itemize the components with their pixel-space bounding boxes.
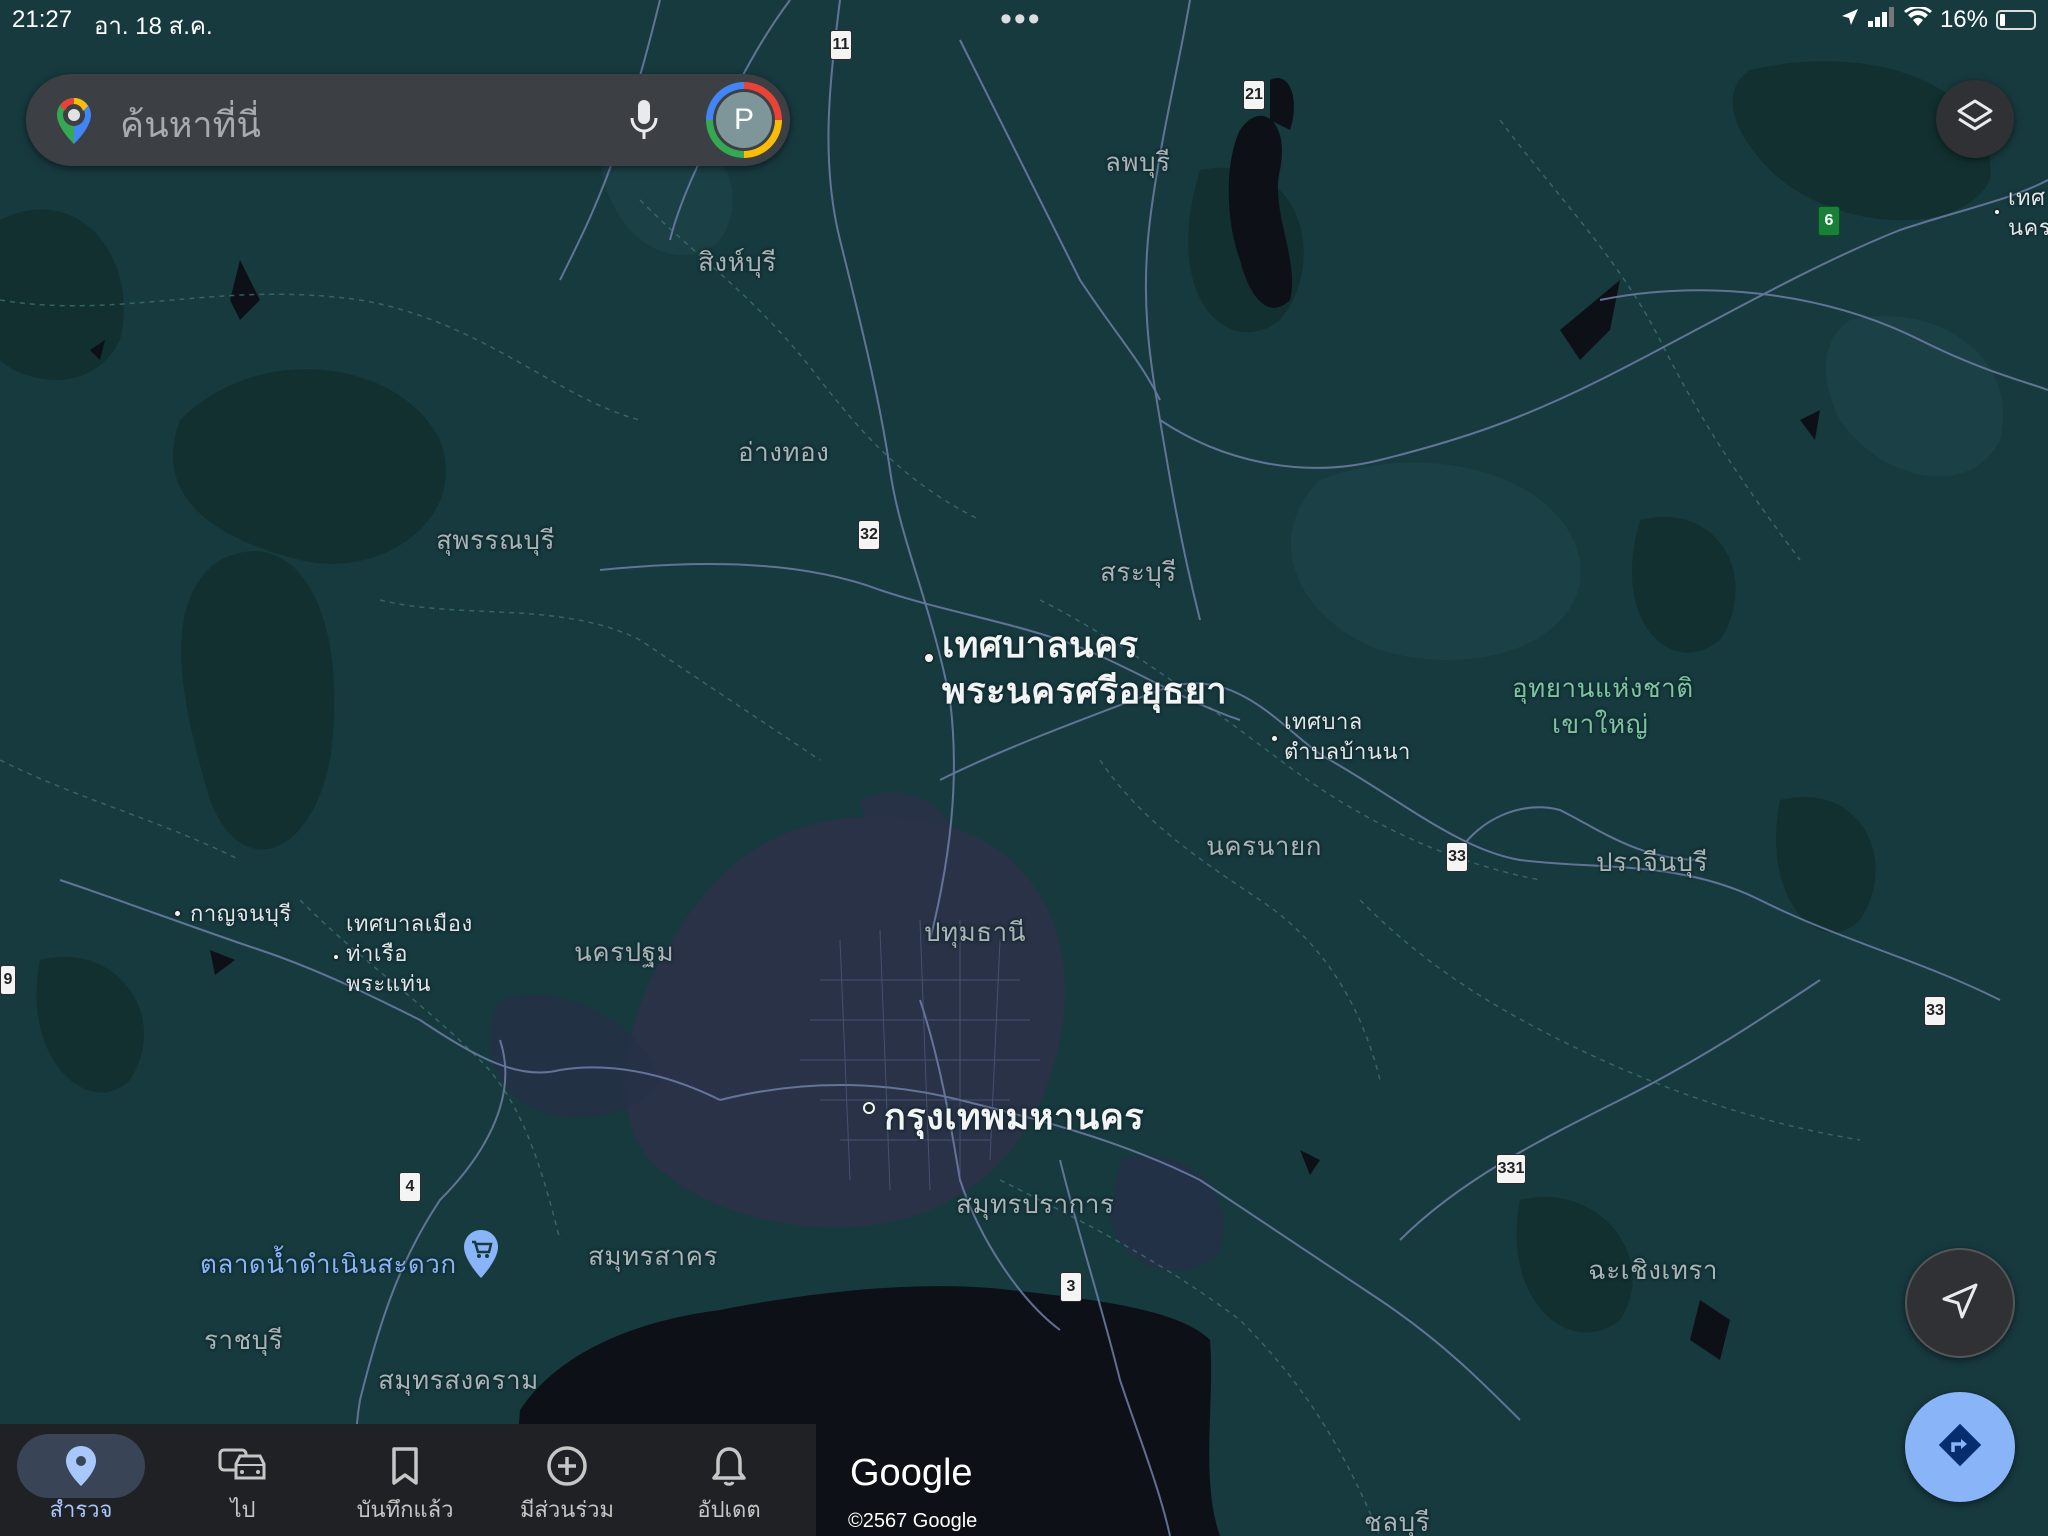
google-logo: Google — [850, 1452, 973, 1494]
battery-level-fill — [2000, 14, 2005, 26]
status-bar: 21:27 อา. 18 ส.ค. ••• 16% — [0, 0, 2048, 40]
status-icons: 16% — [1840, 5, 2036, 34]
park-label-khao-yai-line2[interactable]: เขาใหญ่ — [1552, 708, 1648, 742]
bell-icon — [665, 1434, 793, 1498]
town-dot-kanchanaburi — [173, 909, 182, 918]
nav-contribute[interactable]: มีส่วนร่วม — [486, 1424, 648, 1536]
place-label-lopburi[interactable]: ลพบุรี — [1105, 142, 1171, 183]
place-label-samutsongkhram[interactable]: สมุทรสงคราม — [378, 1360, 539, 1401]
search-bar[interactable]: ค้นหาที่นี่ P — [26, 74, 790, 166]
nav-saved-label: บันทึกแล้ว — [356, 1498, 454, 1523]
market-pin-icon[interactable] — [462, 1228, 500, 1284]
place-label-ayutthaya-line2[interactable]: พระนครศรีอยุธยา — [942, 662, 1227, 719]
multitasking-dots-icon[interactable]: ••• — [1000, 0, 1042, 39]
directions-icon — [1935, 1420, 1985, 1474]
place-label-pathumthani[interactable]: ปทุมธานี — [924, 912, 1026, 953]
place-label-thamuang-line3[interactable]: พระแท่น — [346, 970, 431, 1000]
status-date: อา. 18 ส.ค. — [94, 13, 213, 40]
place-label-thamuang-line2[interactable]: ท่าเรือ — [346, 940, 408, 970]
place-label-chonburi[interactable]: ชลบุรี — [1364, 1502, 1430, 1536]
place-label-nakhonnayok[interactable]: นครนายก — [1206, 826, 1322, 867]
route-shield-6: 6 — [1818, 206, 1840, 236]
google-maps-logo-icon — [54, 96, 94, 150]
town-dot-edge — [1993, 208, 2001, 216]
route-shield-edge: 9 — [0, 965, 16, 995]
route-shield-331: 331 — [1496, 1154, 1526, 1184]
place-label-thamuang-line1[interactable]: เทศบาลเมือง — [346, 910, 473, 940]
map-canvas[interactable] — [0, 0, 2048, 1536]
town-dot-bannana — [1270, 734, 1279, 743]
car-commute-icon — [179, 1434, 307, 1498]
route-shield-33-a: 33 — [1446, 842, 1468, 872]
bookmark-icon — [341, 1434, 469, 1498]
location-pin-icon — [17, 1434, 145, 1498]
directions-button[interactable] — [1905, 1392, 2015, 1502]
bottom-navigation: สำรวจ ไป บันทึกแล้ว มีส่วนร่วม อัปเดต — [0, 1424, 816, 1536]
route-shield-21: 21 — [1243, 80, 1265, 110]
city-dot-ayutthaya — [923, 652, 935, 664]
nav-contribute-label: มีส่วนร่วม — [520, 1498, 614, 1523]
battery-icon — [1996, 10, 2036, 30]
place-label-singburi[interactable]: สิงห์บุรี — [698, 242, 777, 283]
place-label-kanchanaburi[interactable]: กาญจนบุรี — [190, 900, 292, 930]
nav-go[interactable]: ไป — [162, 1424, 324, 1536]
avatar-initial: P — [716, 92, 772, 148]
nav-updates[interactable]: อัปเดต — [648, 1424, 810, 1536]
place-label-samutsakhon[interactable]: สมุทรสาคร — [588, 1236, 718, 1277]
nav-go-label: ไป — [230, 1498, 256, 1523]
search-placeholder[interactable]: ค้นหาที่นี่ — [120, 96, 261, 153]
layers-icon — [1955, 97, 1995, 141]
route-shield-4: 4 — [399, 1172, 421, 1202]
place-label-saraburi[interactable]: สระบุรี — [1100, 552, 1177, 593]
place-label-ratchaburi[interactable]: ราชบุรี — [204, 1320, 283, 1361]
account-avatar[interactable]: P — [706, 82, 782, 158]
place-label-chachoengsao[interactable]: ฉะเชิงเทรา — [1588, 1250, 1718, 1291]
place-label-angthong[interactable]: อ่างทอง — [738, 432, 829, 473]
nav-explore[interactable]: สำรวจ — [0, 1424, 162, 1536]
poi-label-floating-market[interactable]: ตลาดน้ำดำเนินสะดวก — [200, 1244, 457, 1285]
city-dot-bangkok — [863, 1102, 875, 1114]
nav-updates-label: อัปเดต — [697, 1498, 761, 1523]
place-label-prachinburi[interactable]: ปราจีนบุรี — [1596, 842, 1708, 883]
place-label-nakhonpathom[interactable]: นครปฐม — [574, 932, 674, 973]
park-label-khao-yai-line1[interactable]: อุทยานแห่งชาติ — [1512, 672, 1694, 706]
place-label-suphanburi[interactable]: สุพรรณบุรี — [436, 520, 555, 561]
place-label-edge-2[interactable]: นคร — [2008, 214, 2048, 244]
cellular-signal-icon — [1867, 6, 1896, 34]
add-circle-icon — [503, 1434, 631, 1498]
status-time: 21:27 — [12, 6, 73, 33]
navigation-arrow-icon — [1938, 1279, 1982, 1327]
route-shield-33-b: 33 — [1924, 996, 1946, 1026]
place-label-edge-1[interactable]: เทศ — [2008, 184, 2046, 214]
location-arrow-icon — [1840, 6, 1860, 34]
nav-saved[interactable]: บันทึกแล้ว — [324, 1424, 486, 1536]
place-label-bannana-line1[interactable]: เทศบาล — [1284, 708, 1363, 738]
maps-app: { "status_bar": { "time": "21:27", "date… — [0, 0, 2048, 1536]
place-label-bannana-line2[interactable]: ตำบลบ้านนา — [1284, 738, 1411, 768]
route-shield-32: 32 — [858, 520, 880, 550]
place-label-samutprakan[interactable]: สมุทรปราการ — [956, 1184, 1115, 1225]
place-label-bangkok[interactable]: กรุงเทพมหานคร — [884, 1088, 1144, 1145]
wifi-icon — [1903, 5, 1932, 34]
battery-percent: 16% — [1939, 6, 1988, 33]
my-location-button[interactable] — [1905, 1248, 2015, 1358]
town-dot-thamuang — [332, 953, 340, 961]
microphone-icon[interactable] — [626, 96, 662, 148]
layers-button[interactable] — [1936, 80, 2014, 158]
route-shield-3: 3 — [1060, 1272, 1082, 1302]
map-copyright: ©2567 Google — [848, 1510, 978, 1532]
nav-explore-label: สำรวจ — [49, 1498, 113, 1523]
